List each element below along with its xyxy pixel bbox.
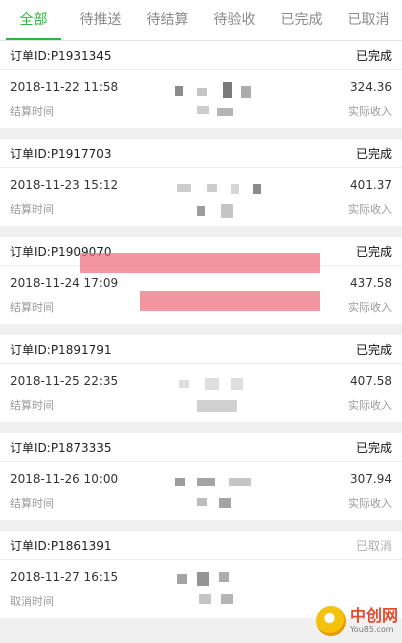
order-card[interactable]: 订单ID:P1917703 已完成 2018-11-23 15:12 401.37… [0,139,402,226]
order-card-body: 2018-11-26 10:00 307.94 结算时间 实际收入 [0,462,402,520]
watermark-sub: You85.com [349,625,394,634]
status-badge: 已完成 [355,48,392,63]
time-label: 结算时间 [10,497,54,510]
amount-label: 实际收入 [348,105,392,118]
order-id: 订单ID:P1931345 [10,48,112,63]
order-card-body: 2018-11-25 22:35 407.58 结算时间 实际收入 [0,364,402,422]
order-time: 2018-11-22 11:58 [10,80,119,94]
redaction-banner [80,253,320,273]
time-label: 取消时间 [10,595,54,608]
status-badge: 已完成 [355,146,392,161]
order-amount: 401.37 [350,178,392,192]
pixelated-redaction [175,76,265,124]
watermark-logo-icon [315,606,346,636]
time-label: 结算时间 [10,105,54,118]
status-badge: 已完成 [355,440,392,455]
order-card-header: 订单ID:P1931345 已完成 [0,41,402,70]
order-amount: 437.58 [350,276,392,290]
order-amount: 324.36 [350,80,392,94]
pixelated-redaction [175,566,265,614]
order-id: 订单ID:P1873335 [10,440,112,455]
time-label: 结算时间 [10,399,54,412]
order-card-header: 订单ID:P1891791 已完成 [0,335,402,364]
pixelated-redaction [175,174,265,222]
order-time: 2018-11-27 16:15 [10,570,119,584]
status-badge: 已取消 [355,538,392,553]
watermark-main: 中创网 [349,606,398,625]
tab-cancelled[interactable]: 已取消 [335,0,402,40]
order-card-header: 订单ID:P1861391 已取消 [0,531,402,560]
order-card[interactable]: 订单ID:P1891791 已完成 2018-11-25 22:35 407.58… [0,335,402,422]
tab-pending-inspection[interactable]: 待验收 [201,0,268,40]
order-card[interactable]: 订单ID:P1909070 已完成 2018-11-24 17:09 437.58… [0,237,402,324]
pixelated-redaction [175,370,265,418]
status-badge: 已完成 [355,342,392,357]
order-amount: 407.58 [350,374,392,388]
time-label: 结算时间 [10,301,54,314]
redaction-banner [140,291,320,311]
order-card[interactable]: 订单ID:P1873335 已完成 2018-11-26 10:00 307.94… [0,433,402,520]
watermark-text: 中创网 You85.com [350,607,398,635]
order-id: 订单ID:P1917703 [10,146,112,161]
amount-label: 实际收入 [348,497,392,510]
amount-label: 实际收入 [348,203,392,216]
order-time: 2018-11-24 17:09 [10,276,119,290]
order-time: 2018-11-25 22:35 [10,374,119,388]
tab-pending-settlement[interactable]: 待结算 [134,0,201,40]
watermark: 中创网 You85.com [302,601,398,641]
order-id: 订单ID:P1861391 [10,538,112,553]
order-time: 2018-11-26 10:00 [10,472,119,486]
tab-all[interactable]: 全部 [0,0,67,40]
tab-completed[interactable]: 已完成 [268,0,335,40]
status-badge: 已完成 [355,244,392,259]
order-amount: 307.94 [350,472,392,486]
order-card-body: 2018-11-22 11:58 324.36 结算时间 实际收入 [0,70,402,128]
order-status-tabs: 全部 待推送 待结算 待验收 已完成 已取消 [0,0,402,41]
order-card[interactable]: 订单ID:P1931345 已完成 2018-11-22 11:58 324.36… [0,41,402,128]
order-card-header: 订单ID:P1917703 已完成 [0,139,402,168]
order-id: 订单ID:P1891791 [10,342,112,357]
order-card-header: 订单ID:P1873335 已完成 [0,433,402,462]
order-list: 订单ID:P1931345 已完成 2018-11-22 11:58 324.36… [0,41,402,618]
order-time: 2018-11-23 15:12 [10,178,119,192]
tab-pending-push[interactable]: 待推送 [67,0,134,40]
amount-label: 实际收入 [348,399,392,412]
pixelated-redaction [175,468,265,516]
amount-label: 实际收入 [348,301,392,314]
order-card-body: 2018-11-23 15:12 401.37 结算时间 实际收入 [0,168,402,226]
time-label: 结算时间 [10,203,54,216]
